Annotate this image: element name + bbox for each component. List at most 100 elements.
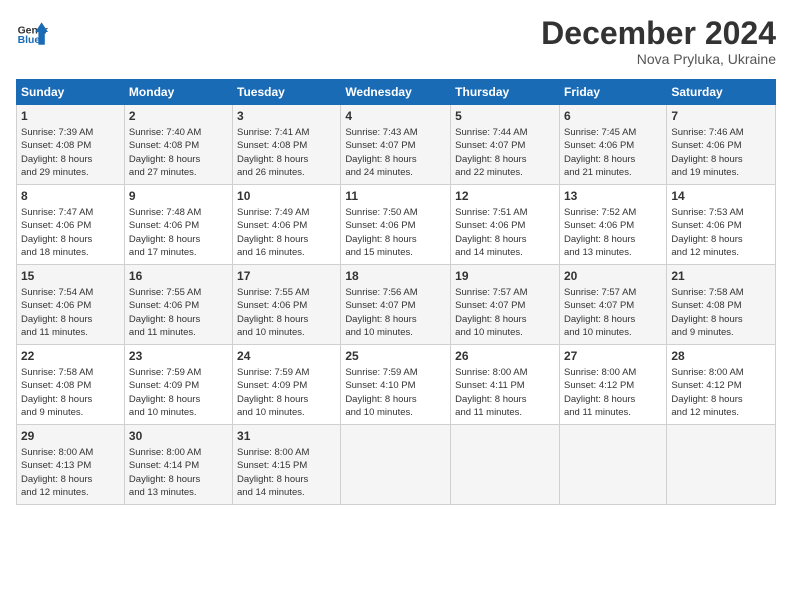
day-info-line: Daylight: 8 hours — [21, 473, 120, 486]
day-info-line: Sunrise: 7:57 AM — [455, 286, 555, 299]
day-info-line: Sunrise: 7:59 AM — [237, 366, 336, 379]
day-info-line: Daylight: 8 hours — [237, 153, 336, 166]
day-info-line: Sunset: 4:09 PM — [237, 379, 336, 392]
day-number: 21 — [671, 268, 771, 285]
day-info-line: Sunrise: 8:00 AM — [564, 366, 662, 379]
day-info-line: Sunset: 4:06 PM — [129, 299, 228, 312]
day-info-line: Sunset: 4:06 PM — [455, 219, 555, 232]
calendar-cell: 12Sunrise: 7:51 AMSunset: 4:06 PMDayligh… — [451, 185, 560, 265]
day-info-line: Sunrise: 7:50 AM — [345, 206, 446, 219]
day-info-line: and 10 minutes. — [455, 326, 555, 339]
calendar-cell: 9Sunrise: 7:48 AMSunset: 4:06 PMDaylight… — [124, 185, 232, 265]
day-number: 1 — [21, 108, 120, 125]
day-info-line: and 19 minutes. — [671, 166, 771, 179]
day-info-line: Sunset: 4:06 PM — [129, 219, 228, 232]
day-number: 19 — [455, 268, 555, 285]
day-info-line: Sunset: 4:06 PM — [671, 219, 771, 232]
day-number: 13 — [564, 188, 662, 205]
calendar-cell: 30Sunrise: 8:00 AMSunset: 4:14 PMDayligh… — [124, 425, 232, 505]
location-subtitle: Nova Pryluka, Ukraine — [541, 51, 776, 67]
day-info-line: and 10 minutes. — [345, 406, 446, 419]
day-info-line: Sunrise: 7:55 AM — [237, 286, 336, 299]
day-info-line: and 29 minutes. — [21, 166, 120, 179]
day-number: 6 — [564, 108, 662, 125]
day-info-line: Sunset: 4:07 PM — [455, 139, 555, 152]
day-number: 23 — [129, 348, 228, 365]
week-row-5: 29Sunrise: 8:00 AMSunset: 4:13 PMDayligh… — [17, 425, 776, 505]
day-info-line: and 18 minutes. — [21, 246, 120, 259]
day-info-line: Sunrise: 7:40 AM — [129, 126, 228, 139]
day-info-line: Sunrise: 7:57 AM — [564, 286, 662, 299]
day-number: 16 — [129, 268, 228, 285]
day-info-line: Sunrise: 7:47 AM — [21, 206, 120, 219]
day-info-line: Sunset: 4:06 PM — [21, 299, 120, 312]
day-info-line: Daylight: 8 hours — [237, 393, 336, 406]
logo-icon: General Blue — [16, 16, 48, 48]
day-info-line: and 21 minutes. — [564, 166, 662, 179]
day-info-line: and 12 minutes. — [671, 246, 771, 259]
week-row-1: 1Sunrise: 7:39 AMSunset: 4:08 PMDaylight… — [17, 105, 776, 185]
day-info-line: Sunset: 4:08 PM — [237, 139, 336, 152]
day-info-line: Sunrise: 7:58 AM — [671, 286, 771, 299]
day-info-line: Daylight: 8 hours — [21, 313, 120, 326]
week-row-4: 22Sunrise: 7:58 AMSunset: 4:08 PMDayligh… — [17, 345, 776, 425]
day-info-line: Sunrise: 7:41 AM — [237, 126, 336, 139]
day-info-line: Sunrise: 8:00 AM — [129, 446, 228, 459]
day-info-line: Daylight: 8 hours — [237, 473, 336, 486]
day-info-line: Daylight: 8 hours — [129, 313, 228, 326]
day-info-line: Sunrise: 7:52 AM — [564, 206, 662, 219]
day-number: 7 — [671, 108, 771, 125]
day-info-line: and 9 minutes. — [671, 326, 771, 339]
day-info-line: Sunrise: 7:54 AM — [21, 286, 120, 299]
calendar-cell: 21Sunrise: 7:58 AMSunset: 4:08 PMDayligh… — [667, 265, 776, 345]
day-info-line: Daylight: 8 hours — [129, 153, 228, 166]
day-info-line: Sunrise: 7:45 AM — [564, 126, 662, 139]
day-info-line: Sunset: 4:13 PM — [21, 459, 120, 472]
calendar-cell: 7Sunrise: 7:46 AMSunset: 4:06 PMDaylight… — [667, 105, 776, 185]
day-number: 25 — [345, 348, 446, 365]
day-info-line: Sunrise: 7:49 AM — [237, 206, 336, 219]
calendar-cell — [451, 425, 560, 505]
day-info-line: Daylight: 8 hours — [455, 153, 555, 166]
day-number: 8 — [21, 188, 120, 205]
day-info-line: Sunrise: 8:00 AM — [237, 446, 336, 459]
day-info-line: Daylight: 8 hours — [671, 393, 771, 406]
day-number: 27 — [564, 348, 662, 365]
day-number: 24 — [237, 348, 336, 365]
day-number: 14 — [671, 188, 771, 205]
day-info-line: and 11 minutes. — [129, 326, 228, 339]
calendar-cell — [559, 425, 666, 505]
day-info-line: Sunset: 4:12 PM — [671, 379, 771, 392]
calendar-cell: 26Sunrise: 8:00 AMSunset: 4:11 PMDayligh… — [451, 345, 560, 425]
day-info-line: and 10 minutes. — [129, 406, 228, 419]
calendar-cell: 17Sunrise: 7:55 AMSunset: 4:06 PMDayligh… — [233, 265, 341, 345]
week-row-3: 15Sunrise: 7:54 AMSunset: 4:06 PMDayligh… — [17, 265, 776, 345]
day-info-line: Daylight: 8 hours — [455, 313, 555, 326]
day-info-line: and 17 minutes. — [129, 246, 228, 259]
day-info-line: and 13 minutes. — [564, 246, 662, 259]
day-info-line: Daylight: 8 hours — [455, 393, 555, 406]
day-info-line: Daylight: 8 hours — [345, 233, 446, 246]
day-info-line: Daylight: 8 hours — [345, 153, 446, 166]
day-info-line: and 15 minutes. — [345, 246, 446, 259]
day-info-line: Sunrise: 8:00 AM — [21, 446, 120, 459]
day-number: 30 — [129, 428, 228, 445]
day-info-line: Sunset: 4:06 PM — [345, 219, 446, 232]
day-number: 3 — [237, 108, 336, 125]
day-number: 2 — [129, 108, 228, 125]
day-info-line: Sunrise: 8:00 AM — [671, 366, 771, 379]
day-number: 5 — [455, 108, 555, 125]
day-info-line: and 11 minutes. — [455, 406, 555, 419]
day-info-line: and 9 minutes. — [21, 406, 120, 419]
day-info-line: Daylight: 8 hours — [455, 233, 555, 246]
day-info-line: Sunset: 4:10 PM — [345, 379, 446, 392]
day-info-line: and 16 minutes. — [237, 246, 336, 259]
day-info-line: Sunset: 4:12 PM — [564, 379, 662, 392]
day-info-line: Sunset: 4:09 PM — [129, 379, 228, 392]
calendar-table: SundayMondayTuesdayWednesdayThursdayFrid… — [16, 79, 776, 505]
day-info-line: and 24 minutes. — [345, 166, 446, 179]
day-info-line: Sunrise: 7:58 AM — [21, 366, 120, 379]
day-number: 10 — [237, 188, 336, 205]
day-number: 11 — [345, 188, 446, 205]
weekday-header-friday: Friday — [559, 80, 666, 105]
